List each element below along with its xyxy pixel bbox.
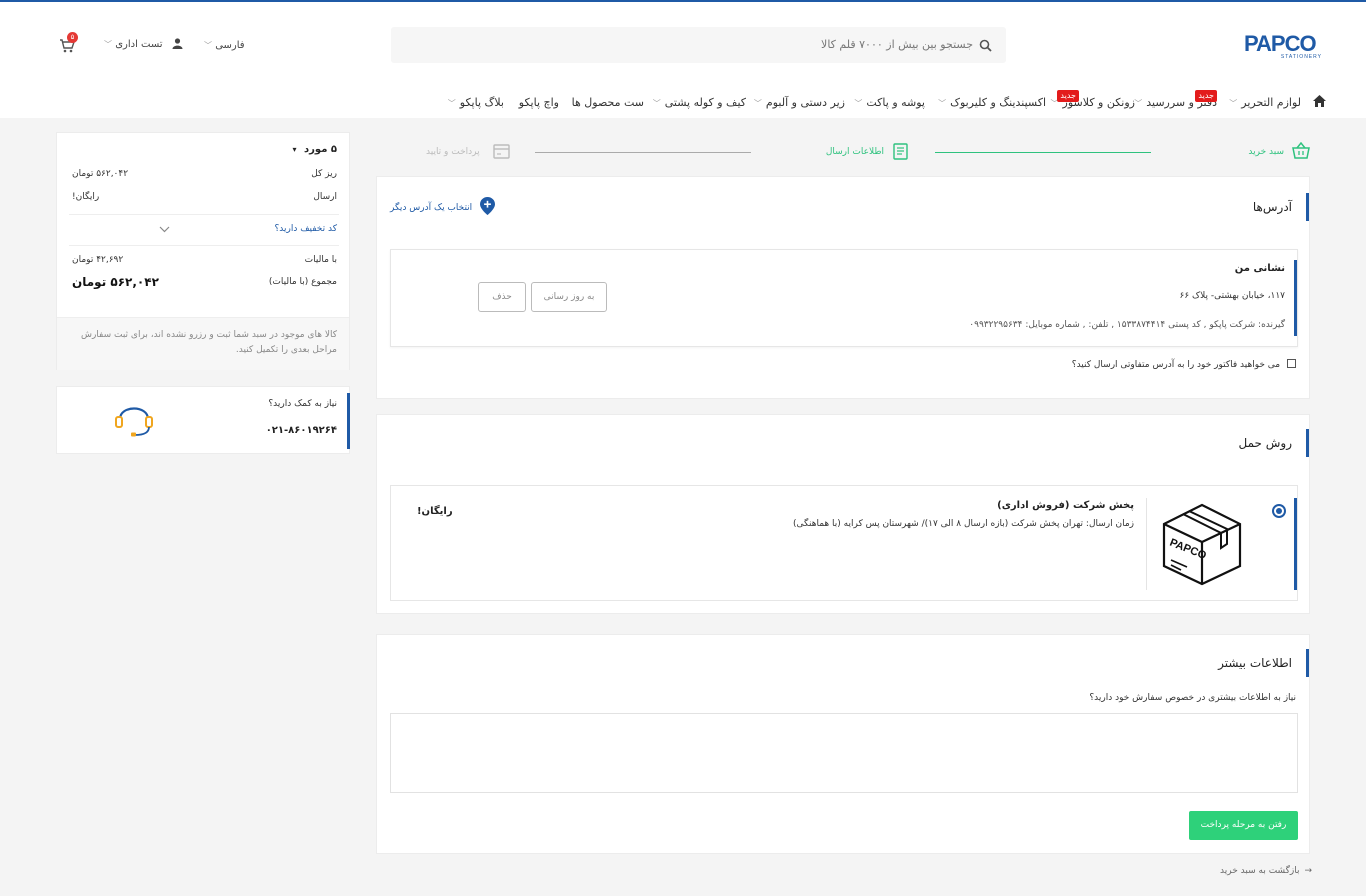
divider (69, 245, 339, 246)
chevron-down-icon: ▾ (292, 145, 297, 154)
nav-item-expanding[interactable]: اکسپندینگ و کلیربوک﹀ (938, 96, 1046, 109)
more-info-title: اطلاعات بیشتر (1218, 649, 1309, 677)
more-info-card: اطلاعات بیشتر نیاز به اطلاعات بیشتری در … (376, 634, 1310, 854)
add-address-link[interactable]: انتخاب یک آدرس دیگر (390, 197, 496, 215)
more-info-question: نیاز به اطلاعات بیشتری در خصوص سفارش خود… (1089, 693, 1296, 703)
tax-label: با مالیات (304, 255, 337, 265)
address-item[interactable]: نشانی من ۱۱۷، خیابان بهشتی- پلاک ۶۶ گیرن… (390, 249, 1298, 347)
search-icon[interactable] (979, 39, 992, 52)
selected-indicator (1294, 498, 1297, 590)
step-connector-done (935, 152, 1151, 153)
plus-pin-icon (480, 197, 496, 215)
headset-icon (115, 407, 153, 437)
summary-note-area: کالا های موجود در سبد شما ثبت و رزرو نشد… (57, 317, 349, 370)
update-address-button[interactable]: به روز رسانی (531, 282, 607, 312)
different-invoice-label: می خواهید فاکتور خود را به آدرس متفاوتی … (1071, 360, 1281, 370)
nav-item-clipboards[interactable]: زیر دستی و آلبوم﹀ (754, 96, 845, 109)
nav-item-binders[interactable]: جدید زونکن و کلاسور﹀ (1051, 90, 1135, 109)
main-navigation: لوازم التحریر﹀ جدید دفتر و سررسید﹀ جدید زو… (445, 90, 1326, 116)
discount-code-toggle[interactable]: کد تخفیف دارید؟ (67, 224, 337, 238)
go-to-payment-button[interactable]: رفتن به مرحله پرداخت (1189, 811, 1298, 840)
shipping-method-card: روش حمل PAPCO پخش شرکت (فروش اداری) زمان… (376, 414, 1310, 614)
chevron-down-icon: ﹀ (104, 40, 112, 49)
cart-not-reserved-note: کالا های موجود در سبد شما ثبت و رزرو نشد… (80, 330, 337, 355)
subtotal-value: ۵۶۲,۰۴۲ تومان (72, 169, 129, 179)
nav-item-product-sets[interactable]: ست محصول ها (572, 96, 644, 109)
item-count-toggle[interactable]: ۵ مورد ▾ (293, 144, 337, 155)
order-notes-textarea[interactable] (390, 713, 1298, 793)
user-name: تست اداری (115, 39, 163, 50)
vertical-divider (1146, 498, 1147, 590)
cart-count-badge: ۵ (67, 32, 78, 43)
search-bar[interactable]: جستجو بین بیش از ۷۰۰۰ قلم کالا (391, 27, 1006, 63)
different-invoice-option[interactable]: می خواهید فاکتور خود را به آدرس متفاوتی … (1072, 359, 1296, 370)
back-to-cart-label: بازگشت به سبد خرید (1220, 866, 1300, 876)
nav-item-papco-watch[interactable]: واچ پاپکو (519, 96, 559, 109)
help-phone[interactable]: ۰۲۱-۸۶۰۱۹۲۶۴ (266, 425, 337, 436)
total-label: مجموع (با مالیات) (268, 277, 337, 287)
shipping-radio[interactable] (1272, 504, 1286, 518)
nav-item-blog[interactable]: بلاگ پاپکو﹀ (448, 96, 504, 109)
receipt-icon (893, 143, 908, 160)
package-box-icon: PAPCO (1162, 503, 1242, 586)
shipping-option[interactable]: PAPCO پخش شرکت (فروش اداری) زمان ارسال: … (390, 485, 1298, 601)
address-receiver: گیرنده: شرکت پاپکو , کد پستی ۱۵۳۳۸۷۴۴۱۴ … (969, 320, 1285, 330)
step-connector-pending (535, 152, 751, 153)
back-to-cart-link[interactable]: → بازگشت به سبد خرید (1220, 866, 1312, 876)
help-card: نیاز به کمک دارید؟ ۰۲۱-۸۶۰۱۹۲۶۴ (56, 386, 350, 454)
language-selector[interactable]: ﹀ فارسی (204, 40, 245, 51)
tax-value: ۴۲,۶۹۲ تومان (72, 255, 124, 265)
different-invoice-checkbox[interactable] (1287, 359, 1296, 368)
new-badge: جدید (1057, 90, 1079, 102)
nav-item-stationery[interactable]: لوازم التحریر﹀ (1229, 96, 1301, 109)
basket-icon (1292, 142, 1310, 159)
item-count: ۵ مورد (304, 144, 337, 155)
arrow-right-icon: → (1304, 866, 1312, 876)
home-icon[interactable] (1313, 95, 1326, 107)
checkout-steps: سبد خرید اطلاعات ارسال پرداخت و تایید (376, 136, 1310, 170)
subtotal-label: ریز کل (311, 169, 337, 179)
new-badge: جدید (1195, 90, 1217, 102)
step-payment-label: پرداخت و تایید (426, 147, 480, 157)
search-input[interactable]: جستجو بین بیش از ۷۰۰۰ قلم کالا (821, 38, 973, 51)
add-address-label: انتخاب یک آدرس دیگر (390, 203, 473, 213)
divider (69, 214, 339, 215)
shipping-method-desc: زمان ارسال: تهران پخش شرکت (بازه ارسال ۸… (793, 519, 1134, 529)
nav-item-notebooks[interactable]: جدید دفتر و سررسید﹀ (1134, 90, 1217, 109)
address-name: نشانی من (1234, 263, 1285, 274)
step-cart-label: سبد خرید (1248, 147, 1284, 157)
help-accent-bar (347, 393, 350, 449)
addresses-title: آدرس‌ها (1253, 193, 1309, 221)
total-value: ۵۶۲,۰۴۲ تومان (72, 275, 159, 289)
user-icon (172, 38, 183, 49)
step-shipping-label: اطلاعات ارسال (825, 147, 884, 157)
help-question: نیاز به کمک دارید؟ (268, 399, 337, 409)
order-summary-card: ۵ مورد ▾ ریز کل ۵۶۲,۰۴۲ تومان ارسال رایگ… (56, 132, 350, 370)
chevron-down-icon: ﹀ (204, 41, 212, 50)
shipping-value: رایگان! (72, 192, 100, 202)
shipping-method-name: پخش شرکت (فروش اداری) (997, 500, 1134, 511)
shipping-price: رایگان! (417, 506, 453, 517)
nav-item-folders[interactable]: پوشه و پاکت﹀ (854, 96, 925, 109)
address-line: ۱۱۷، خیابان بهشتی- پلاک ۶۶ (1179, 291, 1286, 301)
chevron-down-icon (159, 226, 170, 233)
site-header: PAPCO STATIONERY جستجو بین بیش از ۷۰۰۰ ق… (0, 2, 1366, 118)
logo-subtitle: STATIONERY (1280, 54, 1322, 60)
papco-logo[interactable]: PAPCO STATIONERY (1244, 31, 1324, 61)
shipping-label: ارسال (313, 192, 337, 202)
cart-button[interactable]: ۵ (59, 32, 79, 54)
language-label: فارسی (215, 40, 245, 51)
selected-indicator (1294, 260, 1297, 336)
discount-code-label: کد تخفیف دارید؟ (274, 224, 338, 234)
shipping-title: روش حمل (1239, 429, 1309, 457)
payment-icon (493, 144, 510, 159)
logo-wordmark: PAPCO (1244, 31, 1317, 56)
user-menu[interactable]: ﹀ تست اداری (104, 38, 183, 50)
addresses-card: آدرس‌ها انتخاب یک آدرس دیگر نشانی من ۱۱۷… (376, 176, 1310, 399)
nav-item-bags[interactable]: کیف و کوله پشتی﹀ (653, 96, 746, 109)
delete-address-button[interactable]: حذف (478, 282, 526, 312)
